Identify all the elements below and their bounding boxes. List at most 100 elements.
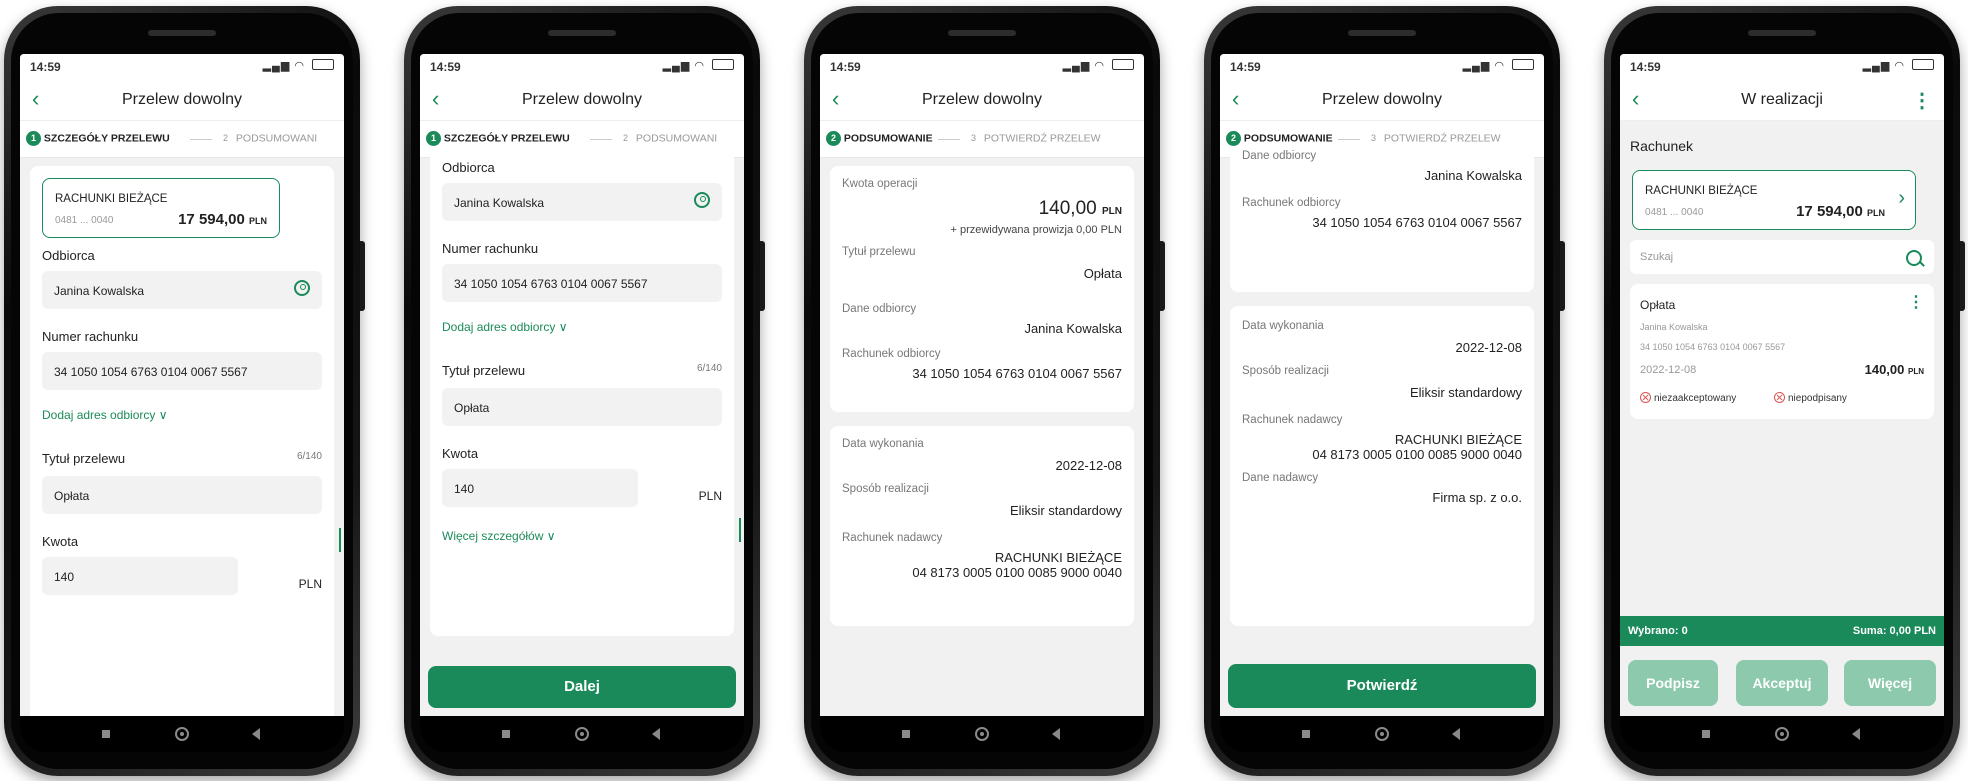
recipient-label: Dane odbiorcy — [842, 303, 917, 315]
side-button — [1560, 241, 1565, 311]
status-time: 14:59 — [1230, 60, 1261, 74]
method-label: Sposób realizacji — [1242, 365, 1329, 377]
date-value: 2022-12-08 — [1455, 340, 1523, 355]
amount-field[interactable]: 140 — [42, 557, 238, 595]
account-selector[interactable]: RACHUNKI BIEŻĄCE 0481 ... 0040 17 594,00… — [42, 178, 280, 238]
contact-icon[interactable] — [294, 280, 310, 296]
add-address-link[interactable]: Dodaj adres odbiorcy ∨ — [42, 408, 322, 422]
status-bar: 14:59 ▂▄▆ ◠ — [20, 54, 344, 80]
android-nav-bar — [1620, 716, 1944, 752]
recipient-field[interactable]: Janina Kowalska — [442, 183, 722, 221]
speaker — [948, 30, 1016, 36]
recent-apps-icon[interactable] — [902, 730, 910, 738]
recipient-value: Janina Kowalska — [1024, 321, 1122, 336]
recent-apps-icon[interactable] — [502, 730, 510, 738]
step-3: 3 POTWIERDŹ PRZELEW — [970, 132, 1101, 145]
speaker — [1748, 30, 1816, 36]
next-button[interactable]: Dalej — [428, 666, 736, 708]
sender-label: Dane nadawcy — [1242, 472, 1319, 484]
title-label: Tytuł przelewu — [42, 451, 126, 466]
side-button — [1960, 241, 1965, 311]
recipient-label: Odbiorca — [42, 248, 95, 263]
android-nav-bar — [820, 716, 1144, 752]
sign-button[interactable]: Podpisz — [1628, 660, 1718, 706]
phone-frame-4: 14:59 ▂▄▆ ◠ ‹ Przelew dowolny 2 PODSUMOW… — [1204, 6, 1565, 776]
item-amount: 140,00 PLN — [1864, 362, 1924, 377]
home-icon[interactable] — [175, 727, 189, 741]
recipient-field[interactable]: Janina Kowalska — [42, 271, 322, 309]
recipient-account-label: Rachunek odbiorcy — [842, 348, 941, 360]
item-menu-icon[interactable]: ⋮ — [1908, 292, 1924, 312]
status-icons: ▂▄▆ ◠ — [663, 59, 734, 72]
step-1: 1 SZCZEGÓŁY PRZELEWU — [426, 131, 570, 146]
home-icon[interactable] — [1375, 727, 1389, 741]
error-icon — [1640, 392, 1651, 403]
transaction-item[interactable]: Opłata ⋮ Janina Kowalska 34 1050 1054 67… — [1630, 284, 1934, 419]
back-nav-icon[interactable] — [1452, 728, 1460, 740]
scrollbar[interactable] — [339, 528, 341, 552]
recipient-account-value: 34 1050 1054 6763 0104 0067 5567 — [1312, 215, 1522, 230]
action-bar: Podpisz Akceptuj Więcej — [1620, 646, 1944, 716]
recent-apps-icon[interactable] — [102, 730, 110, 738]
status-time: 14:59 — [830, 60, 861, 74]
back-nav-icon[interactable] — [652, 728, 660, 740]
back-nav-icon[interactable] — [1852, 728, 1860, 740]
sender-account-label: Rachunek nadawcy — [1242, 414, 1343, 426]
home-icon[interactable] — [975, 727, 989, 741]
execution-card: Data wykonania 2022-12-08 Sposób realiza… — [830, 426, 1134, 626]
step-divider — [1338, 139, 1360, 140]
search-input[interactable]: Szukaj — [1630, 240, 1934, 274]
account-number: 0481 ... 0040 — [1645, 207, 1704, 218]
title-field[interactable]: Opłata — [442, 388, 722, 426]
app-header: ‹ Przelew dowolny — [20, 80, 344, 121]
back-nav-icon[interactable] — [252, 728, 260, 740]
search-icon[interactable] — [1906, 250, 1922, 266]
recent-apps-icon[interactable] — [1302, 730, 1310, 738]
step-divider — [938, 139, 960, 140]
battery-icon — [1512, 59, 1534, 70]
page-title: Przelew dowolny — [521, 91, 643, 108]
more-button[interactable]: Więcej — [1844, 660, 1936, 706]
account-number: 0481 ... 0040 — [55, 215, 114, 226]
contact-icon[interactable] — [694, 192, 710, 208]
back-nav-icon[interactable] — [1052, 728, 1060, 740]
account-balance: 17 594,00 PLN — [1796, 203, 1885, 220]
scrollbar[interactable] — [739, 518, 741, 542]
account-number-field[interactable]: 34 1050 1054 6763 0104 0067 5567 — [42, 352, 322, 390]
page-title: Przelew dowolny — [921, 91, 1043, 108]
account-number-field[interactable]: 34 1050 1054 6763 0104 0067 5567 — [442, 264, 722, 302]
summary-card: Kwota operacji 140,00 PLN + przewidywana… — [830, 166, 1134, 412]
add-address-link[interactable]: Dodaj adres odbiorcy ∨ — [442, 320, 722, 334]
stepper: 1 SZCZEGÓŁY PRZELEWU 2 PODSUMOWANI — [420, 121, 744, 158]
title-field[interactable]: Opłata — [42, 476, 322, 514]
chevron-right-icon[interactable]: › — [1898, 187, 1905, 210]
app-header: ‹ Przelew dowolny — [1220, 80, 1544, 121]
amount-currency: PLN — [698, 489, 722, 503]
confirm-button[interactable]: Potwierdź — [1228, 664, 1536, 708]
recipient-value: Janina Kowalska — [1424, 168, 1522, 183]
phone-frame-3: 14:59 ▂▄▆ ◠ ‹ Przelew dowolny 2 PODSUMOW… — [804, 6, 1165, 776]
screen-summary-confirm: 14:59 ▂▄▆ ◠ ‹ Przelew dowolny 2 PODSUMOW… — [1220, 54, 1544, 716]
step-2-active: 2 PODSUMOWANIE — [1226, 131, 1333, 146]
page-title: Przelew dowolny — [1321, 91, 1443, 108]
account-selector[interactable]: RACHUNKI BIEŻĄCE 0481 ... 0040 17 594,00… — [1632, 170, 1916, 230]
sender-account-value: 04 8173 0005 0100 0085 9000 0040 — [1312, 447, 1522, 462]
home-icon[interactable] — [1775, 727, 1789, 741]
item-account: 34 1050 1054 6763 0104 0067 5567 — [1640, 342, 1786, 352]
accept-button[interactable]: Akceptuj — [1736, 660, 1828, 706]
amount-field[interactable]: 140 — [442, 469, 638, 507]
side-button — [760, 241, 765, 311]
fee-text: + przewidywana prowizja 0,00 PLN — [950, 224, 1122, 236]
android-nav-bar — [420, 716, 744, 752]
sender-account-value: 04 8173 0005 0100 0085 9000 0040 — [912, 565, 1122, 580]
speaker — [148, 30, 216, 36]
recipient-account-value: 34 1050 1054 6763 0104 0067 5567 — [912, 366, 1122, 381]
status-bar: 14:59 ▂▄▆ ◠ — [820, 54, 1144, 80]
step-2: 2 PODSUMOWANI — [622, 132, 718, 145]
more-details-link[interactable]: Więcej szczegółów ∨ — [442, 529, 722, 543]
page-title: W realizacji — [1741, 91, 1823, 108]
recipient-account-label: Rachunek odbiorcy — [1242, 197, 1341, 209]
home-icon[interactable] — [575, 727, 589, 741]
more-options-icon[interactable]: ⋮ — [1912, 88, 1932, 113]
recent-apps-icon[interactable] — [1702, 730, 1710, 738]
